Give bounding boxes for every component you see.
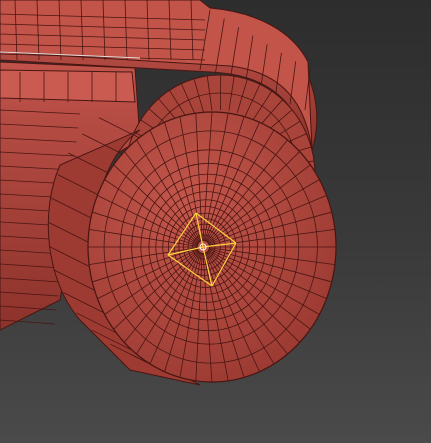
wireframe-scene (0, 0, 337, 386)
3d-viewport[interactable] (0, 0, 431, 443)
wheel-face-mesh[interactable] (87, 111, 337, 383)
